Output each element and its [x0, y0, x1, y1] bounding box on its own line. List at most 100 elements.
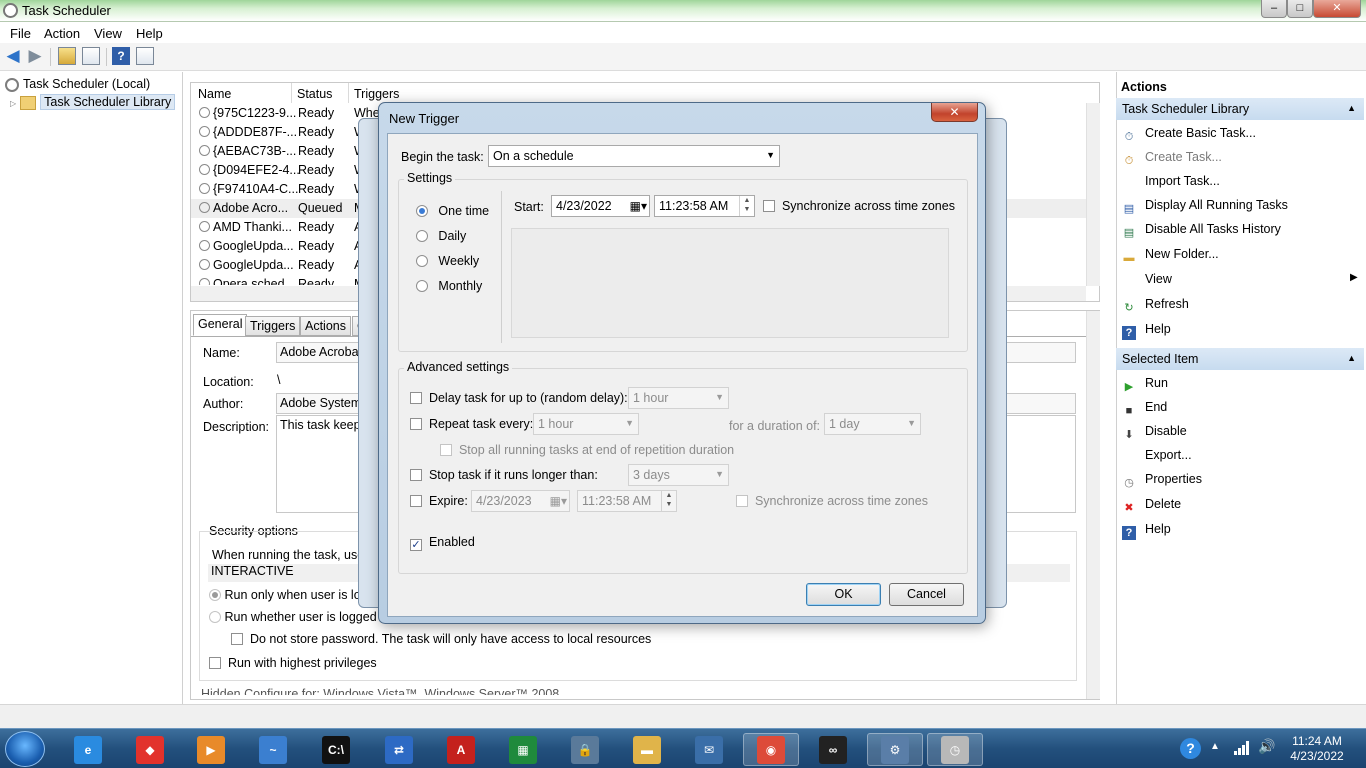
- back-arrow-icon[interactable]: ◀: [4, 47, 22, 65]
- checkbox-icon[interactable]: [440, 444, 452, 456]
- action-properties[interactable]: ◷ Properties: [1122, 472, 1202, 490]
- action-new-folder[interactable]: ▬ New Folder...: [1122, 247, 1219, 265]
- calendar-icon[interactable]: ▦▾: [550, 494, 567, 508]
- checkbox-icon[interactable]: [231, 633, 243, 645]
- radio-icon[interactable]: [209, 611, 221, 623]
- menu-help[interactable]: Help: [136, 26, 163, 41]
- taskbar-chrome-button[interactable]: ◉: [743, 733, 799, 766]
- action-disable-all-tasks-history[interactable]: ▤ Disable All Tasks History: [1122, 222, 1281, 240]
- system-clock[interactable]: 11:24 AM 4/23/2022: [1284, 734, 1350, 764]
- expire-option[interactable]: Expire:: [410, 494, 468, 508]
- stop-longer-dropdown[interactable]: 3 days ▼: [628, 464, 729, 486]
- taskbar-glasses-button[interactable]: ∞: [805, 733, 861, 766]
- taskbar-dolphin-button[interactable]: ~: [245, 733, 301, 766]
- taskbar-media-player-button[interactable]: ▶: [183, 733, 239, 766]
- frequency-option-weekly[interactable]: Weekly: [416, 254, 479, 268]
- calendar-icon[interactable]: ▦▾: [630, 199, 647, 213]
- help-tray-icon[interactable]: ?: [1180, 738, 1201, 759]
- taskbar-ie-button[interactable]: e: [60, 733, 116, 766]
- show-hidden-icons-icon[interactable]: ▲: [1210, 741, 1220, 752]
- taskbar-mail-button[interactable]: ✉: [681, 733, 737, 766]
- forward-arrow-icon[interactable]: ▶: [26, 47, 44, 65]
- minimize-button[interactable]: –: [1261, 0, 1287, 18]
- radio-icon[interactable]: [416, 205, 428, 217]
- radio-icon[interactable]: [416, 230, 428, 242]
- tab-actions[interactable]: Actions: [300, 316, 351, 336]
- menu-file[interactable]: File: [10, 26, 31, 41]
- taskbar-excel-button[interactable]: ▦: [495, 733, 551, 766]
- repeat-dropdown[interactable]: 1 hour ▼: [533, 413, 639, 435]
- action-end[interactable]: ■ End: [1122, 400, 1168, 418]
- tab-general[interactable]: General: [193, 314, 248, 336]
- stop-all-tasks-option[interactable]: Stop all running tasks at end of repetit…: [440, 443, 734, 457]
- maximize-button[interactable]: □: [1287, 0, 1313, 18]
- checkbox-icon[interactable]: [410, 392, 422, 404]
- menu-action[interactable]: Action: [44, 26, 80, 41]
- action-import-task[interactable]: Import Task...: [1122, 174, 1220, 188]
- taskbar-cmd-button[interactable]: C:\: [308, 733, 364, 766]
- action-export[interactable]: Export...: [1122, 448, 1192, 462]
- show-hide-action-pane-icon[interactable]: [136, 47, 154, 65]
- library-section-header[interactable]: Task Scheduler Library ▲: [1116, 98, 1364, 120]
- selected-item-section-header[interactable]: Selected Item ▲: [1116, 348, 1364, 370]
- close-button[interactable]: ✕: [1313, 0, 1361, 18]
- run-only-logged-option[interactable]: Run only when user is log: [209, 588, 368, 602]
- action-disable[interactable]: ⬇ Disable: [1122, 424, 1186, 442]
- frequency-option-daily[interactable]: Daily: [416, 229, 466, 243]
- action-create-basic-task[interactable]: ⏱ Create Basic Task...: [1122, 126, 1256, 144]
- action-display-all-running-tasks[interactable]: ▤ Display All Running Tasks: [1122, 198, 1288, 216]
- action-run[interactable]: ▶ Run: [1122, 376, 1168, 394]
- time-spinner-icon[interactable]: ▲ ▼: [739, 196, 754, 216]
- column-header-name[interactable]: Name: [198, 87, 231, 101]
- start-button[interactable]: [5, 731, 45, 767]
- ok-button[interactable]: OK: [806, 583, 881, 606]
- tree-item-local[interactable]: Task Scheduler (Local): [5, 77, 150, 92]
- cancel-button[interactable]: Cancel: [889, 583, 964, 606]
- column-separator[interactable]: [291, 83, 292, 103]
- tab-triggers[interactable]: Triggers: [245, 316, 301, 336]
- duration-dropdown[interactable]: 1 day ▼: [824, 413, 921, 435]
- up-folder-icon[interactable]: [58, 47, 76, 65]
- checkbox-icon[interactable]: [410, 495, 422, 507]
- delay-task-option[interactable]: Delay task for up to (random delay):: [410, 391, 628, 405]
- action-view[interactable]: View ▶: [1122, 272, 1358, 286]
- expire-time-field[interactable]: 11:23:58 AM ▲ ▼: [577, 490, 677, 512]
- taskbar-settings-button[interactable]: ⚙: [867, 733, 923, 766]
- vertical-scrollbar[interactable]: [1086, 103, 1100, 286]
- action-create-task[interactable]: ⏱ Create Task...: [1122, 150, 1222, 168]
- taskbar-network-button[interactable]: ⇄: [371, 733, 427, 766]
- expire-date-picker[interactable]: 4/23/2023 ▦▾: [471, 490, 570, 512]
- tree-expander-icon[interactable]: ▷: [10, 99, 16, 108]
- expire-sync-option[interactable]: Synchronize across time zones: [736, 494, 928, 508]
- sync-time-zones-option[interactable]: Synchronize across time zones: [763, 199, 955, 213]
- column-header-status[interactable]: Status: [297, 87, 332, 101]
- network-signal-icon[interactable]: [1234, 741, 1250, 755]
- details-vertical-scrollbar[interactable]: [1086, 311, 1100, 699]
- frequency-option-monthly[interactable]: Monthly: [416, 279, 482, 293]
- enabled-option[interactable]: ✓ Enabled: [410, 535, 475, 551]
- dialog-close-button[interactable]: ✕: [931, 103, 978, 122]
- time-spinner-icon[interactable]: ▲ ▼: [661, 491, 676, 511]
- volume-icon[interactable]: 🔊: [1258, 738, 1275, 755]
- checkbox-icon[interactable]: [736, 495, 748, 507]
- frequency-option-one-time[interactable]: One time: [416, 204, 489, 218]
- column-header-triggers[interactable]: Triggers: [354, 87, 399, 101]
- tree-item-library[interactable]: ▷ Task Scheduler Library: [10, 94, 176, 110]
- radio-icon[interactable]: [416, 280, 428, 292]
- action-refresh[interactable]: ↻ Refresh: [1122, 297, 1188, 315]
- show-hide-console-tree-icon[interactable]: [82, 47, 100, 65]
- help-icon[interactable]: ?: [112, 47, 130, 65]
- radio-icon[interactable]: [209, 589, 221, 601]
- repeat-task-option[interactable]: Repeat task every:: [410, 417, 533, 431]
- run-whether-option[interactable]: Run whether user is logged o: [209, 610, 387, 624]
- radio-icon[interactable]: [416, 255, 428, 267]
- checkbox-icon[interactable]: [209, 657, 221, 669]
- taskbar-acrobat-button[interactable]: A: [433, 733, 489, 766]
- delay-dropdown[interactable]: 1 hour ▼: [628, 387, 729, 409]
- start-date-picker[interactable]: 4/23/2022 ▦▾: [551, 195, 650, 217]
- highest-privileges-option[interactable]: Run with highest privileges: [209, 656, 377, 670]
- checkbox-icon[interactable]: ✓: [410, 539, 422, 551]
- taskbar-lock-button[interactable]: 🔒: [557, 733, 613, 766]
- begin-task-dropdown[interactable]: On a schedule ▼: [488, 145, 780, 167]
- collapse-icon[interactable]: ▲: [1347, 103, 1356, 113]
